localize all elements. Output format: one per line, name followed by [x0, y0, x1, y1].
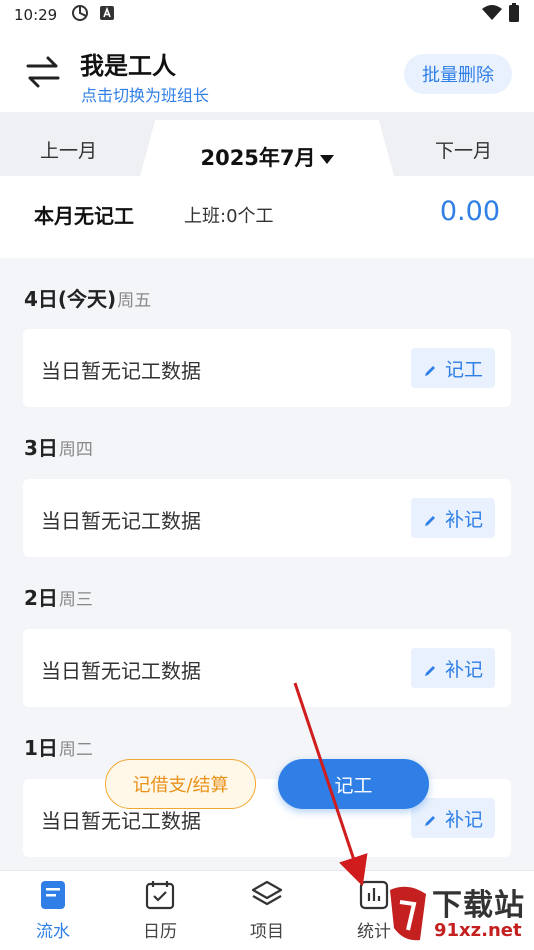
nav-tab-calendar[interactable]: 日历: [125, 879, 195, 942]
wifi-icon: [482, 5, 502, 25]
pencil-icon: [423, 811, 437, 826]
empty-record-text: 当日暂无记工数据: [41, 509, 201, 533]
nav-tab-flow[interactable]: 流水: [18, 879, 88, 942]
role-title[interactable]: 我是工人: [80, 46, 176, 81]
supplement-record-button[interactable]: 补记: [410, 648, 495, 688]
nav-tab-statistics[interactable]: 统计: [339, 879, 409, 942]
record-work-fab[interactable]: 记工: [278, 759, 429, 809]
sync-status-icon: [71, 4, 89, 26]
status-time: 10:29: [14, 6, 58, 24]
day-header: 4日(今天)周五: [24, 283, 151, 312]
prev-month-button[interactable]: 上一月: [40, 136, 97, 163]
day-label: 3日: [24, 436, 58, 460]
month-summary: 本月无记工 上班:0个工 0.00: [0, 176, 534, 258]
day-header: 2日周三: [24, 582, 93, 611]
pencil-icon: [423, 361, 437, 376]
nav-label: 项目: [250, 922, 284, 942]
day-card: 当日暂无记工数据 记工: [23, 329, 511, 407]
chart-icon: [358, 879, 390, 911]
nav-label: 流水: [36, 922, 70, 942]
day-header: 3日周四: [24, 432, 93, 461]
day-card: 当日暂无记工数据 补记: [23, 629, 511, 707]
status-right-group: [482, 3, 520, 27]
record-button-label: 补记: [444, 508, 483, 531]
nav-label: 日历: [143, 922, 177, 942]
calendar-icon: [144, 879, 176, 911]
loan-settlement-button[interactable]: 记借支/结算: [105, 759, 256, 809]
current-month-label: 2025年7月: [200, 146, 316, 170]
weekday-label: 周二: [58, 740, 93, 760]
header: 我是工人 点击切换为班组长 批量删除: [0, 30, 534, 112]
record-button-label: 补记: [444, 808, 483, 831]
day-card: 当日暂无记工数据 补记: [23, 779, 511, 857]
nav-tab-projects[interactable]: 项目: [232, 879, 302, 942]
summary-amount: 0.00: [439, 196, 500, 227]
record-button-label: 记工: [444, 358, 483, 381]
record-work-button[interactable]: 记工: [410, 348, 495, 388]
day-label: 2日: [24, 586, 58, 610]
switch-role-link[interactable]: 点击切换为班组长: [81, 82, 209, 106]
pencil-icon: [423, 511, 437, 526]
day-header: 1日周二: [24, 732, 93, 761]
next-month-button[interactable]: 下一月: [435, 136, 492, 163]
batch-delete-button[interactable]: 批量删除: [404, 54, 512, 94]
summary-title: 本月无记工: [34, 204, 134, 228]
caret-down-icon: [319, 154, 334, 164]
supplement-record-button[interactable]: 补记: [410, 798, 495, 838]
day-label: 4日(今天): [24, 287, 117, 311]
weekday-label: 周四: [58, 440, 93, 460]
list-doc-icon: [37, 879, 69, 911]
pencil-icon: [423, 661, 437, 676]
nav-label: 统计: [357, 922, 391, 942]
supplement-record-button[interactable]: 补记: [410, 498, 495, 538]
empty-record-text: 当日暂无记工数据: [41, 359, 201, 383]
bottom-navigation: 流水 日历 项目 统计: [0, 870, 534, 950]
record-button-label: 补记: [444, 658, 483, 681]
summary-work-count: 上班:0个工: [184, 206, 274, 227]
month-selector[interactable]: 2025年7月: [140, 120, 394, 176]
weekday-label: 周三: [58, 590, 93, 610]
day-label: 1日: [24, 736, 58, 760]
month-navigation: 上一月 2025年7月 下一月: [0, 112, 534, 176]
empty-record-text: 当日暂无记工数据: [41, 659, 201, 683]
battery-icon: [508, 3, 520, 27]
switch-role-icon[interactable]: [24, 54, 62, 90]
day-card: 当日暂无记工数据 补记: [23, 479, 511, 557]
empty-record-text: 当日暂无记工数据: [41, 809, 201, 833]
layers-icon: [251, 879, 283, 911]
status-bar: 10:29: [0, 0, 534, 30]
weekday-label: 周五: [117, 291, 152, 311]
app-notification-icon: [99, 5, 115, 25]
month-current-wrap[interactable]: 2025年7月: [140, 142, 394, 172]
